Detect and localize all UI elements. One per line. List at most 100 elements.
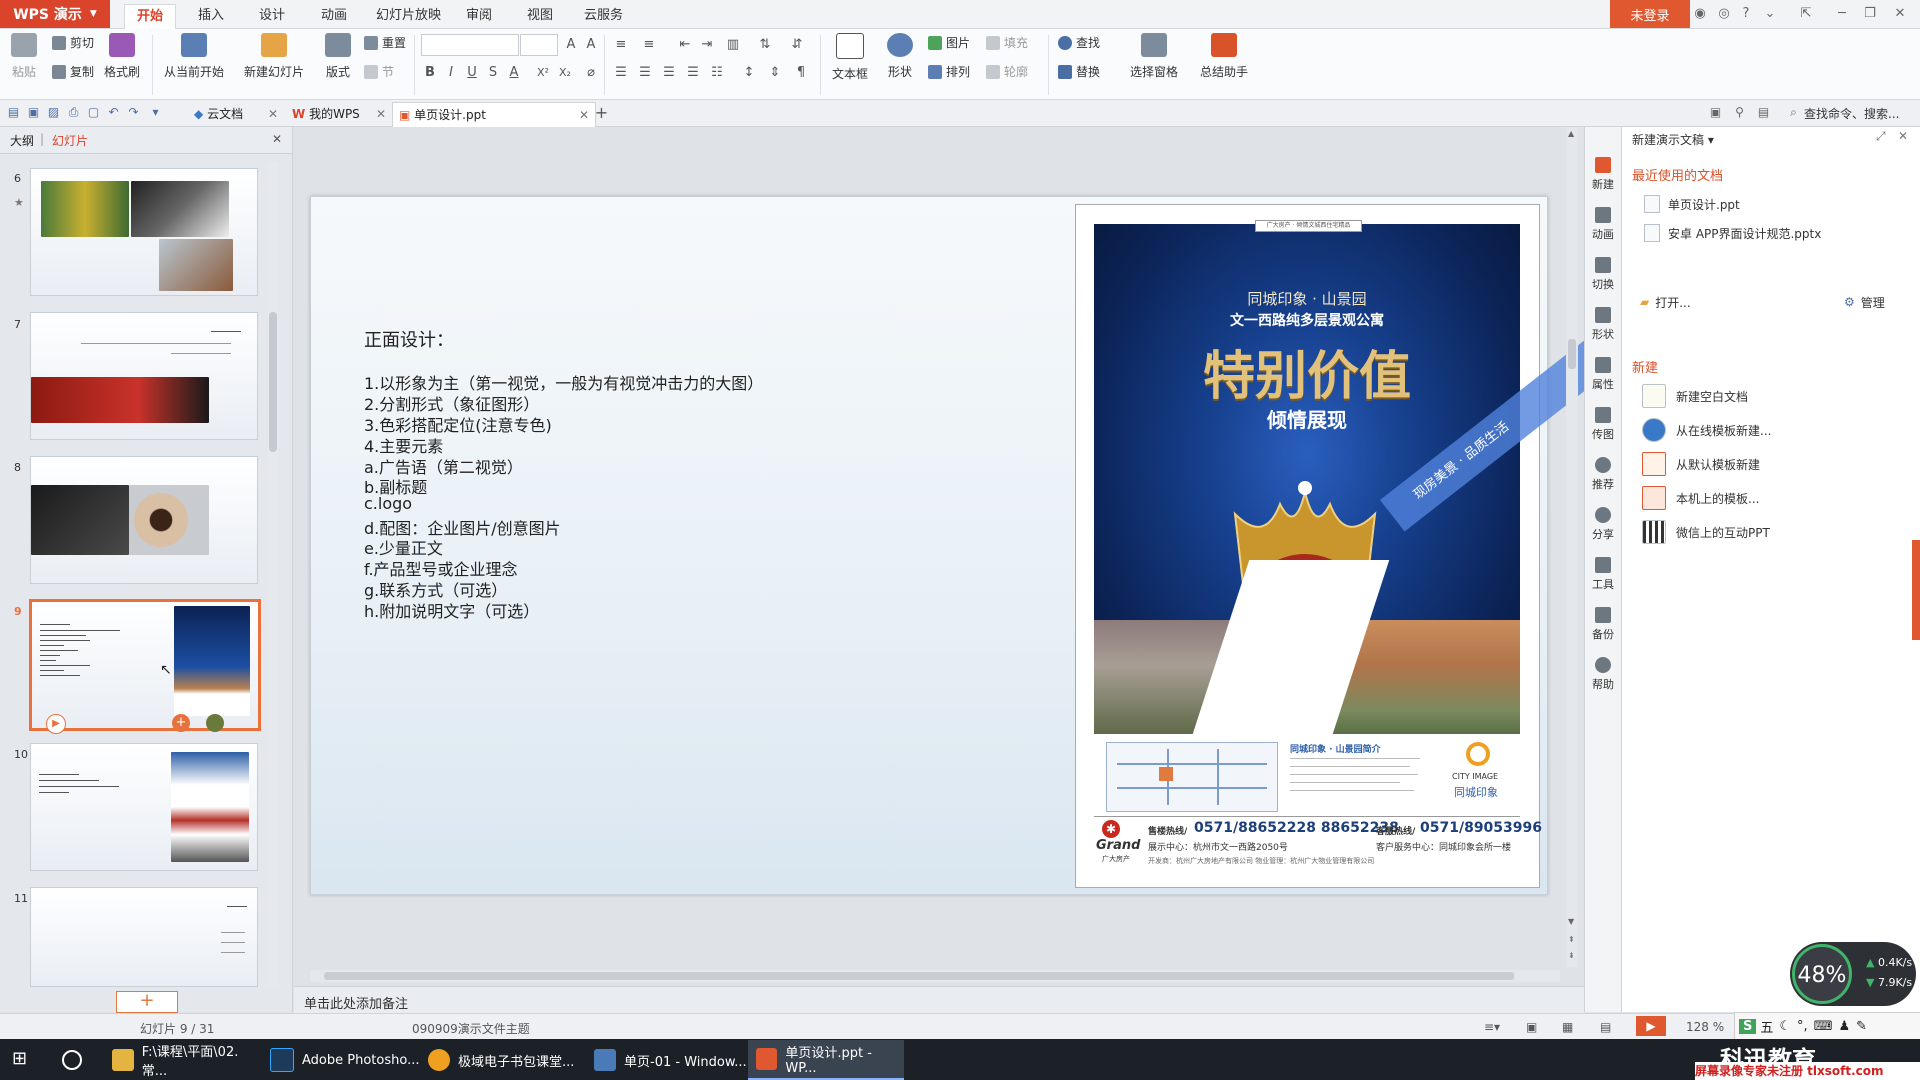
layout-button[interactable]: 版式: [318, 29, 358, 80]
ime-toolbar[interactable]: S 五 ☾ °, ⌨ ♟ ✎: [1734, 1012, 1920, 1040]
arrow-down-icon[interactable]: ⌄: [1762, 6, 1778, 22]
tab-home[interactable]: 开始: [124, 4, 177, 30]
cortana-icon[interactable]: [62, 1050, 82, 1070]
taskbar-photoshop[interactable]: Adobe Photosho...: [262, 1040, 420, 1080]
tab-slides[interactable]: 幻灯片: [52, 132, 88, 149]
side-help-button[interactable]: 帮助: [1585, 657, 1621, 692]
search-icon[interactable]: ⌕: [1786, 105, 1801, 120]
login-button[interactable]: 未登录: [1610, 0, 1690, 28]
taskbar-explorer[interactable]: F:\课程\平面\02.常...: [104, 1040, 262, 1080]
section-button[interactable]: 节: [364, 63, 394, 81]
reset-button[interactable]: 重置: [364, 34, 406, 52]
tab-cloud-docs[interactable]: ◆ 云文档 ✕: [188, 102, 284, 126]
manage-button[interactable]: ⚙ 管理: [1844, 290, 1885, 314]
side-properties-button[interactable]: 属性: [1585, 357, 1621, 392]
tab-design[interactable]: 设计: [247, 4, 297, 28]
side-tools-button[interactable]: 工具: [1585, 557, 1621, 592]
close-icon[interactable]: ✕: [268, 102, 278, 126]
side-shape-button[interactable]: 形状: [1585, 307, 1621, 342]
maximize-icon[interactable]: ❐: [1862, 6, 1878, 22]
side-tab-indicator[interactable]: [1912, 540, 1920, 640]
close-icon[interactable]: ✕: [1892, 6, 1908, 22]
search-commands-input[interactable]: 查找命令、搜索...: [1804, 105, 1899, 122]
add-slide-icon[interactable]: +: [172, 714, 190, 732]
zoom-level[interactable]: 128 %: [1686, 1020, 1724, 1034]
horizontal-scrollbar[interactable]: [310, 970, 1560, 982]
slide-thumbnail-7[interactable]: [30, 312, 258, 440]
picture-button[interactable]: 图片: [928, 34, 970, 52]
customize-icon[interactable]: ▾: [148, 105, 163, 120]
print-icon[interactable]: ⎙: [66, 105, 81, 120]
play-icon[interactable]: ▶: [46, 714, 66, 734]
tab-slideshow[interactable]: 幻灯片放映: [364, 4, 453, 28]
new-online-template-button[interactable]: 从在线模板新建...: [1642, 417, 1771, 443]
scrollbar-thumb[interactable]: [1568, 339, 1576, 369]
underline-button[interactable]: U: [463, 64, 481, 82]
arrange-button[interactable]: 排列: [928, 63, 970, 81]
task-pane-title[interactable]: 新建演示文稿 ▾: [1632, 131, 1714, 148]
close-icon[interactable]: ✕: [376, 102, 386, 126]
bullets-icon[interactable]: ≡: [612, 36, 630, 54]
side-animation-button[interactable]: 动画: [1585, 207, 1621, 242]
tab-review[interactable]: 审阅: [454, 4, 504, 28]
italic-button[interactable]: I: [442, 64, 460, 82]
wechat-ppt-button[interactable]: 微信上的互动PPT: [1642, 519, 1770, 545]
notes-toggle-icon[interactable]: ≡▾: [1484, 1020, 1500, 1034]
font-color-button[interactable]: A: [505, 64, 523, 82]
numbering-icon[interactable]: ≡: [640, 36, 658, 54]
cut-button[interactable]: 剪切: [52, 34, 94, 52]
outline-button[interactable]: 轮廓: [986, 63, 1028, 81]
taskbar-photo-viewer[interactable]: 单页-01 - Window...: [586, 1040, 750, 1080]
align-center-icon[interactable]: ☰: [636, 64, 654, 82]
close-icon[interactable]: ✕: [1898, 129, 1908, 143]
close-icon[interactable]: ✕: [579, 103, 589, 127]
previous-slide-icon[interactable]: ⇞: [1568, 935, 1575, 944]
vertical-scrollbar[interactable]: ▲ ▼ ⇞ ⇟: [1566, 127, 1578, 967]
shrink-font-icon[interactable]: A: [582, 36, 600, 54]
bold-button[interactable]: B: [421, 64, 439, 82]
slide-title[interactable]: 正面设计：: [364, 326, 454, 352]
slide-thumbnail-9[interactable]: ▶ +: [29, 599, 261, 734]
text-box-button[interactable]: 文本框: [826, 29, 874, 82]
undo-icon[interactable]: ↶: [106, 105, 121, 120]
superscript-button[interactable]: X²: [534, 64, 552, 82]
columns-icon[interactable]: ▥: [724, 36, 742, 54]
close-icon[interactable]: ✕: [272, 132, 282, 146]
normal-view-icon[interactable]: ▣: [1526, 1020, 1537, 1034]
copy-button[interactable]: 复制: [52, 63, 94, 81]
tab-insert[interactable]: 插入: [186, 4, 236, 28]
app-menu-button[interactable]: WPS 演示 ▼: [0, 0, 110, 28]
format-painter-button[interactable]: 格式刷: [100, 29, 144, 80]
find-button[interactable]: 查找: [1058, 34, 1100, 52]
justify-icon[interactable]: ☰: [684, 64, 702, 82]
font-family-select[interactable]: [421, 34, 519, 56]
preview-icon[interactable]: ▢: [86, 105, 101, 120]
paste-button[interactable]: 粘贴: [6, 29, 42, 80]
window-icon[interactable]: ▤: [1756, 105, 1771, 120]
slide-thumbnail-10[interactable]: [30, 743, 258, 871]
shape-button[interactable]: 形状: [880, 29, 920, 80]
slide-thumbnail-6[interactable]: [30, 168, 258, 296]
template-icon[interactable]: [206, 714, 224, 732]
recent-file[interactable]: 安卓 APP界面设计规范.pptx: [1644, 221, 1821, 245]
scroll-down-icon[interactable]: ▼: [1568, 917, 1574, 926]
paragraph-spacing-icon[interactable]: ⇕: [766, 64, 784, 82]
subscript-button[interactable]: X₂: [556, 64, 574, 82]
line-spacing-icon[interactable]: ↕: [740, 64, 758, 82]
new-blank-button[interactable]: 新建空白文档: [1642, 383, 1748, 409]
settings-icon[interactable]: ◎: [1716, 6, 1732, 22]
shadow-button[interactable]: S: [484, 64, 502, 82]
slide-thumbnail-8[interactable]: [30, 456, 258, 584]
new-slide-button[interactable]: 新建幻灯片: [236, 29, 312, 80]
windows-start-icon[interactable]: ⊞: [12, 1049, 32, 1069]
next-slide-icon[interactable]: ⇟: [1568, 951, 1575, 960]
pin-pane-icon[interactable]: ⤢: [1876, 129, 1886, 144]
tab-animation[interactable]: 动画: [309, 4, 359, 28]
increase-indent-icon[interactable]: ⇥: [698, 36, 716, 54]
thumbnails-scrollbar[interactable]: [268, 162, 278, 986]
tab-my-wps[interactable]: W 我的WPS ✕: [286, 102, 392, 126]
play-slideshow-button[interactable]: ▶: [1636, 1016, 1666, 1036]
tab-outline[interactable]: 大纲: [10, 132, 34, 149]
minimize-icon[interactable]: ─: [1834, 6, 1850, 22]
sort-icon[interactable]: ⇵: [788, 36, 806, 54]
